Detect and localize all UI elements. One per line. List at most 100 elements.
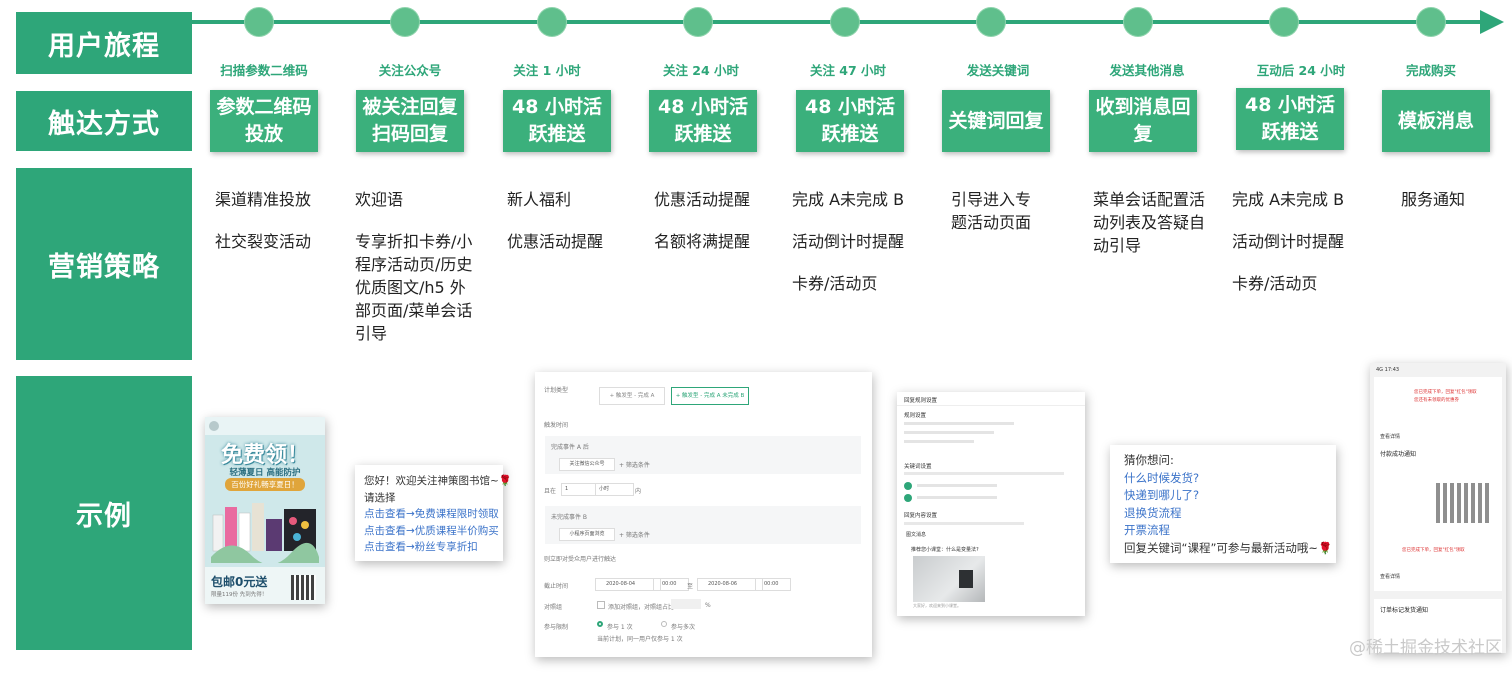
touch-method-48h-push: 48 小时活 跃推送 (649, 90, 757, 152)
plan-type-label: 计划类型 (544, 387, 569, 394)
time-start-input[interactable]: 00:00 (653, 578, 689, 591)
within-input[interactable]: 1 (561, 483, 596, 496)
row-header-strategy: 营销策略 (16, 168, 192, 360)
touch-method-48h-push: 48 小时活 跃推送 (1236, 88, 1344, 150)
touch-method-message-reply: 收到消息回复 (1089, 90, 1197, 152)
strategy-item: 专享折扣卡券/小程序活动页/历史优质图文/h5 外部页面/菜单会话引导 (355, 232, 473, 343)
welcome-link[interactable]: 点击查看→优质课程半价购买 (364, 523, 499, 540)
date-start-input[interactable]: 2020-08-04 (595, 578, 661, 591)
strategy-item: 渠道精准投放 (215, 190, 312, 209)
notification-card: 付款成功通知 您已完成下单，回复"红包"领取 查看详情 (1374, 443, 1502, 591)
row-header-example: 示例 (16, 376, 192, 650)
row-header-journey: 用户旅程 (16, 12, 192, 74)
stage-label: 互动后 24 小时 (1256, 63, 1346, 78)
time-end-input[interactable]: 00:00 (755, 578, 791, 591)
strategy-item: 服务通知 (1401, 190, 1466, 209)
event-a-label: 完成事件 A 后 (551, 444, 589, 451)
date-to: 至 (687, 583, 694, 590)
poster-subline: 轻薄夏日 高能防护 (229, 468, 301, 478)
touch-method-qr: 参数二维码 投放 (210, 90, 318, 152)
strategy-col: 优惠活动提醒 名额将满提醒 (654, 188, 789, 272)
example-poster: 免费领！ 轻薄夏日 高能防护 百份好礼畅享夏日！ 包邮0元送 限量119份 先到… (205, 417, 325, 604)
strategy-item: 卡券/活动页 (1232, 274, 1318, 293)
timeline-arrow-icon (1480, 10, 1504, 34)
event-b-select[interactable]: 小程序页面浏览 (559, 528, 615, 541)
strategy-item: 新人福利 (507, 190, 572, 209)
timeline-node (245, 8, 273, 36)
filter-button[interactable]: + 筛选条件 (619, 530, 650, 539)
stage-label: 发送关键词 (966, 63, 1030, 78)
within-label: 且在 (544, 488, 557, 495)
notification-title: 付款成功通知 (1380, 451, 1417, 458)
limit-option: 参与多次 (671, 624, 696, 631)
radio-icon[interactable] (661, 621, 667, 627)
strategy-item: 完成 A未完成 B (1232, 190, 1345, 209)
example-welcome-message: 您好！欢迎关注神策图书馆~🌹 请选择 点击查看→免费课程限时领取 点击查看→优质… (355, 465, 512, 561)
watermark: @稀土掘金技术社区 (1349, 638, 1502, 658)
timeline-node (1124, 8, 1152, 36)
control-group-text: 添加对照组，对照组占比 (608, 604, 675, 611)
stage-label: 关注公众号 (378, 63, 442, 78)
stage-label: 关注 1 小时 (513, 63, 581, 78)
text-placeholder (904, 431, 994, 434)
suggestion-link[interactable]: 快递到哪儿了? (1124, 487, 1322, 505)
event-a-select[interactable]: 关注微信公众号 (559, 458, 615, 471)
control-group-input[interactable] (671, 599, 701, 609)
timeline-node (1270, 8, 1298, 36)
event-b-label: 未完成事件 B (551, 514, 588, 521)
text-placeholder (917, 496, 997, 499)
text-placeholder (904, 440, 974, 443)
timeline-node (391, 8, 419, 36)
poster-headline: 免费领！ (220, 443, 309, 468)
example-suggestion: 猜你想问: 什么时候发货? 快递到哪儿了? 退换货流程 开票流程 回复关键词“课… (1110, 445, 1336, 563)
strategy-col: 渠道精准投放 社交裂变活动 (215, 188, 350, 272)
stage-label: 关注 24 小时 (662, 63, 740, 78)
section-title: 规则设置 (904, 413, 927, 419)
section-title: 关键词设置 (904, 464, 932, 470)
welcome-text: 请选择 (364, 491, 396, 504)
strategy-item: 引导进入专题活动页面 (951, 190, 1032, 232)
filter-button[interactable]: + 筛选条件 (619, 460, 650, 469)
suggestion-link[interactable]: 什么时候发货? (1124, 470, 1322, 488)
within-unit-select[interactable]: 小时 (595, 483, 634, 496)
poster-banner: 百份好礼畅享夏日！ (225, 478, 305, 491)
strategy-col: 引导进入专题活动页面 (951, 188, 1041, 253)
notification-title: 订单标记发货通知 (1380, 607, 1429, 614)
welcome-link[interactable]: 点击查看→免费课程限时领取 (364, 506, 499, 523)
timeline-node (831, 8, 859, 36)
strategy-col: 服务通知 (1401, 188, 1512, 230)
message-red-text: 您已完成下单，回复"红包"领取 (1402, 548, 1465, 553)
suggestion-link[interactable]: 退换货流程 (1124, 505, 1322, 523)
text-placeholder (904, 472, 1064, 475)
plan-option[interactable]: + 触发型 - 完成 A (599, 387, 665, 405)
article-title: 推荐您小课堂：什么是变量法? (911, 547, 979, 553)
example-campaign-form: 计划类型 + 触发型 - 完成 A + 触发型 - 完成 A 未完成 B 触发时… (535, 372, 872, 657)
timeline-node (538, 8, 566, 36)
control-group-checkbox[interactable] (597, 601, 605, 609)
blurred-content (1436, 483, 1492, 523)
plan-option-selected[interactable]: + 触发型 - 完成 A 未完成 B (671, 387, 749, 405)
stage-label: 扫描参数二维码 (220, 63, 308, 78)
date-end-input[interactable]: 2020-08-06 (697, 578, 763, 591)
message-red-text: 您还有未领取的优惠券 (1414, 398, 1459, 403)
divider (897, 405, 1085, 406)
limit-option: 参与 1 次 (607, 624, 633, 631)
poster-header (205, 417, 325, 435)
strategy-item: 完成 A未完成 B (792, 190, 905, 209)
view-details-link[interactable]: 查看详情 (1380, 573, 1400, 580)
touch-method-48h-push: 48 小时活 跃推送 (503, 90, 611, 152)
message-red-text: 您已完成下单，回复"红包"领取 (1414, 390, 1477, 395)
strategy-item: 活动倒计时提醒 (792, 232, 905, 251)
suggestion-link[interactable]: 开票流程 (1124, 522, 1322, 540)
welcome-link[interactable]: 点击查看→粉丝专享折扣 (364, 539, 494, 556)
strategy-item: 活动倒计时提醒 (1232, 232, 1345, 251)
view-details-link[interactable]: 查看详情 (1380, 433, 1400, 440)
timeline-node (1417, 8, 1445, 36)
control-group-label: 对照组 (544, 604, 563, 611)
strategy-item: 优惠活动提醒 (507, 232, 604, 251)
stage-label: 关注 47 小时 (809, 63, 887, 78)
example-keyword-config: 回复规则设置 规则设置 关键词设置 回复内容设置 图文消息 推荐您小课堂：什么是… (897, 392, 1085, 616)
radio-selected-icon[interactable] (597, 621, 603, 627)
keyword-config-title: 回复规则设置 (904, 398, 938, 404)
stage-label: 完成购买 (1405, 63, 1456, 78)
